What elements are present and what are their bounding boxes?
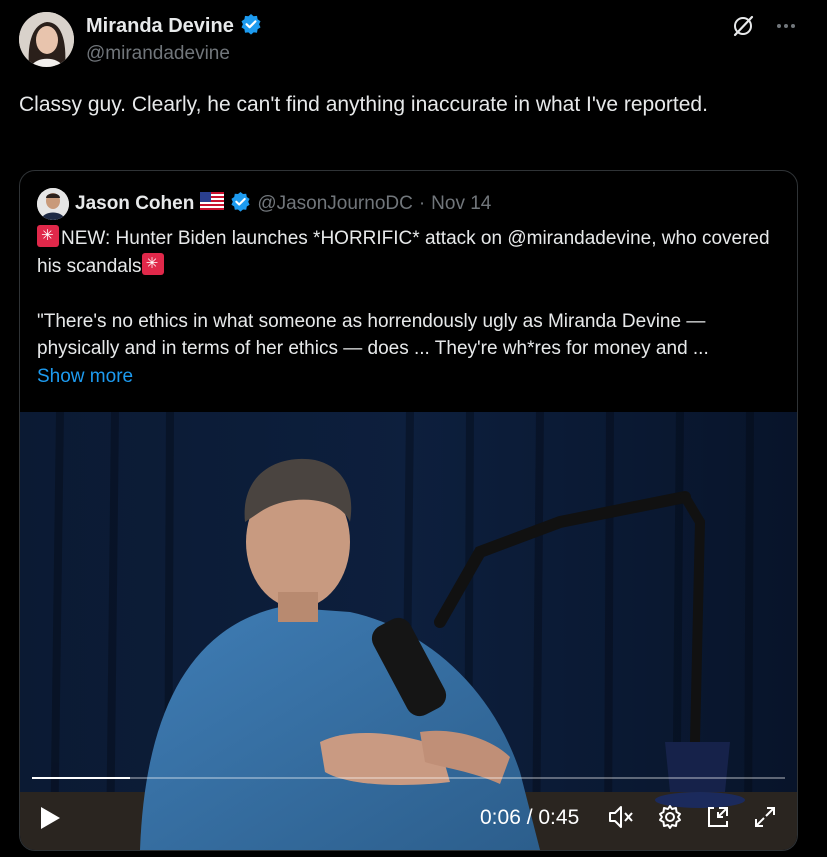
quoted-text-line2: "There's no ethics in what someone as ho…	[37, 310, 711, 360]
quoted-author-name[interactable]: Jason Cohen	[75, 193, 194, 215]
siren-emoji-icon	[37, 225, 59, 247]
meta-separator: ·	[418, 193, 426, 214]
quoted-author-handle[interactable]: @JasonJournoDC	[257, 193, 413, 215]
video-time: 0:06 / 0:45	[480, 806, 580, 829]
tweet-text: Classy guy. Clearly, he can't find anyth…	[19, 93, 708, 116]
grok-icon[interactable]	[731, 14, 755, 43]
author-avatar[interactable]	[19, 12, 74, 67]
video-progress-bar[interactable]	[32, 777, 785, 779]
quoted-author-avatar[interactable]	[37, 188, 69, 220]
author-handle[interactable]: @mirandadevine	[86, 43, 230, 65]
quoted-tweet-card[interactable]: Jason Cohen @JasonJournoDC · Nov 14 NEW:…	[19, 170, 798, 851]
video-controls: 0:06 / 0:45	[20, 795, 797, 845]
video-player[interactable]: 0:06 / 0:45	[20, 412, 797, 850]
siren-emoji-icon	[141, 252, 164, 275]
fullscreen-icon[interactable]	[753, 805, 777, 834]
more-options-icon[interactable]	[775, 15, 797, 42]
us-flag-icon	[200, 192, 225, 216]
quoted-text: NEW: Hunter Biden launches *HORRIFIC* at…	[37, 225, 787, 390]
mute-icon[interactable]	[607, 804, 635, 835]
video-progress-fill	[32, 777, 130, 779]
author-name[interactable]: Miranda Devine	[86, 15, 234, 38]
picture-in-picture-icon[interactable]	[705, 804, 731, 835]
quoted-date[interactable]: Nov 14	[431, 193, 491, 215]
settings-gear-icon[interactable]	[657, 804, 683, 835]
show-more-link[interactable]: Show more	[37, 366, 133, 387]
verified-badge-icon	[240, 13, 262, 40]
play-icon[interactable]	[38, 805, 62, 836]
verified-badge-icon	[230, 191, 251, 218]
video-frame	[20, 412, 797, 850]
